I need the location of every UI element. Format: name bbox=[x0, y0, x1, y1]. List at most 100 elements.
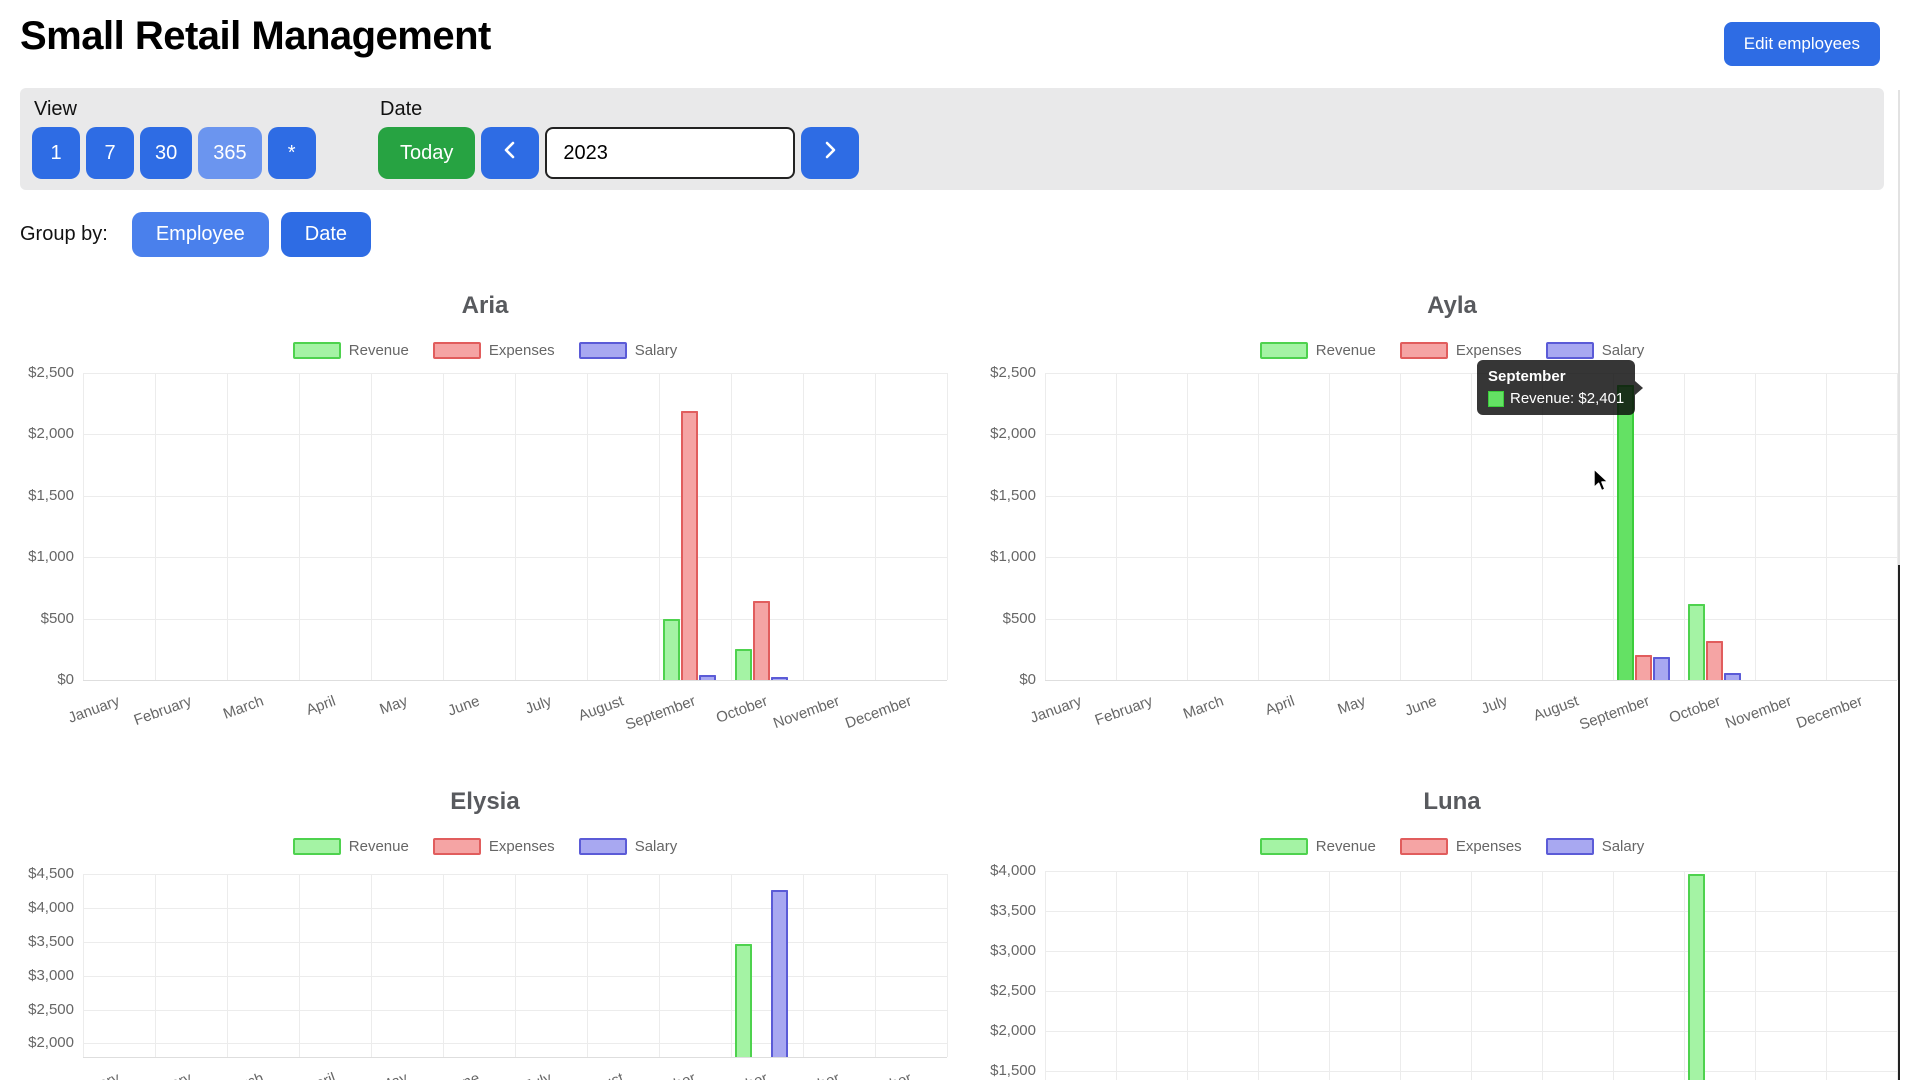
x-axis-month-label: June bbox=[446, 693, 482, 720]
gridline bbox=[587, 373, 588, 680]
expenses-bar[interactable] bbox=[753, 601, 770, 680]
salary-bar[interactable] bbox=[1653, 657, 1670, 680]
x-axis-month-label: January bbox=[1027, 693, 1083, 727]
revenue-bar[interactable] bbox=[1688, 604, 1705, 680]
gridline bbox=[227, 373, 228, 680]
gridline bbox=[83, 942, 947, 943]
y-axis-tick-label: $1,500 bbox=[987, 487, 1036, 504]
legend-item-salary[interactable]: Salary bbox=[579, 838, 678, 855]
gridline bbox=[1684, 871, 1685, 1080]
x-axis-month-label: June bbox=[446, 1070, 482, 1080]
legend-item-revenue[interactable]: Revenue bbox=[293, 342, 409, 359]
x-axis-month-label: August bbox=[576, 1070, 626, 1080]
gridline bbox=[83, 496, 947, 497]
y-axis-tick-label: $0 bbox=[20, 671, 74, 688]
group-by-employee-button[interactable]: Employee bbox=[132, 212, 269, 257]
gridline bbox=[515, 373, 516, 680]
gridline bbox=[587, 874, 588, 1057]
legend-item-expenses[interactable]: Expenses bbox=[433, 342, 555, 359]
expenses-bar[interactable] bbox=[681, 411, 698, 680]
legend-item-salary[interactable]: Salary bbox=[1546, 342, 1645, 359]
edit-employees-button[interactable]: Edit employees bbox=[1724, 22, 1880, 66]
chart-ayla: AylaRevenueExpensesSalary$2,500$2,000$1,… bbox=[987, 288, 1917, 758]
gridline bbox=[83, 1043, 947, 1044]
legend-label: Revenue bbox=[349, 342, 409, 359]
today-button[interactable]: Today bbox=[378, 127, 475, 179]
expenses-bar[interactable] bbox=[1635, 655, 1652, 680]
x-axis-month-label: December bbox=[843, 1070, 914, 1080]
gridline bbox=[803, 373, 804, 680]
salary-bar[interactable] bbox=[1724, 673, 1741, 680]
x-axis-month-label: June bbox=[1402, 693, 1438, 720]
revenue-bar[interactable] bbox=[735, 944, 752, 1057]
gridline bbox=[1045, 1031, 1897, 1032]
gridline bbox=[515, 874, 516, 1057]
revenue-bar[interactable] bbox=[1688, 874, 1705, 1080]
gridline bbox=[875, 373, 876, 680]
year-input[interactable] bbox=[545, 127, 795, 179]
legend-label: Revenue bbox=[349, 838, 409, 855]
legend-item-revenue[interactable]: Revenue bbox=[1260, 342, 1376, 359]
group-by-date-button[interactable]: Date bbox=[281, 212, 371, 257]
legend-label: Salary bbox=[1602, 342, 1645, 359]
view-1-button[interactable]: 1 bbox=[32, 127, 80, 179]
gridline bbox=[1613, 871, 1614, 1080]
scrollbar-track[interactable] bbox=[1898, 90, 1900, 565]
legend-label: Expenses bbox=[1456, 838, 1522, 855]
gridline bbox=[1187, 871, 1188, 1080]
legend-item-expenses[interactable]: Expenses bbox=[1400, 342, 1522, 359]
y-axis-tick-label: $4,000 bbox=[20, 899, 74, 916]
expenses-bar[interactable] bbox=[1706, 641, 1723, 680]
salary-bar[interactable] bbox=[771, 890, 788, 1057]
salary-bar[interactable] bbox=[771, 677, 788, 680]
x-axis-month-label: September bbox=[623, 693, 698, 734]
gridline bbox=[1684, 373, 1685, 680]
view-7-button[interactable]: 7 bbox=[86, 127, 134, 179]
y-axis-tick-label: $2,500 bbox=[987, 364, 1036, 381]
page-title: Small Retail Management bbox=[20, 14, 1900, 59]
scrollbar-thumb[interactable] bbox=[1898, 565, 1900, 1080]
gridline bbox=[1045, 951, 1897, 952]
gridline bbox=[1755, 373, 1756, 680]
legend-item-revenue[interactable]: Revenue bbox=[1260, 838, 1376, 855]
gridline bbox=[1187, 373, 1188, 680]
y-axis-tick-label: $3,500 bbox=[987, 902, 1036, 919]
salary-bar[interactable] bbox=[699, 675, 716, 680]
gridline bbox=[83, 434, 947, 435]
legend-label: Salary bbox=[635, 838, 678, 855]
prev-year-button[interactable] bbox=[481, 127, 539, 179]
legend-item-expenses[interactable]: Expenses bbox=[1400, 838, 1522, 855]
legend-item-salary[interactable]: Salary bbox=[579, 342, 678, 359]
legend-item-expenses[interactable]: Expenses bbox=[433, 838, 555, 855]
x-axis-month-label: February bbox=[1092, 693, 1154, 730]
x-axis-month-label: May bbox=[1335, 693, 1367, 719]
y-axis-tick-label: $1,500 bbox=[20, 487, 74, 504]
gridline bbox=[803, 874, 804, 1057]
x-axis-month-label: November bbox=[1723, 693, 1794, 733]
revenue-bar[interactable] bbox=[735, 649, 752, 680]
legend-item-salary[interactable]: Salary bbox=[1546, 838, 1645, 855]
tooltip-value: Revenue: $2,401 bbox=[1510, 390, 1624, 407]
y-axis-tick-label: $500 bbox=[20, 610, 74, 627]
x-axis-month-label: May bbox=[377, 693, 409, 719]
expenses-swatch-icon bbox=[433, 838, 481, 855]
expenses-swatch-icon bbox=[1400, 838, 1448, 855]
gridline bbox=[731, 874, 732, 1057]
gridline bbox=[659, 373, 660, 680]
gridline bbox=[1613, 373, 1614, 680]
gridline bbox=[155, 373, 156, 680]
gridline bbox=[947, 874, 948, 1057]
y-axis-tick-label: $500 bbox=[987, 610, 1036, 627]
y-axis-tick-label: $2,500 bbox=[20, 364, 74, 381]
view-365-button[interactable]: 365 bbox=[198, 127, 261, 179]
view-30-button[interactable]: 30 bbox=[140, 127, 192, 179]
revenue-bar[interactable] bbox=[1617, 385, 1634, 680]
revenue-bar[interactable] bbox=[663, 619, 680, 680]
view-all-button[interactable]: * bbox=[268, 127, 316, 179]
chart-title: Ayla bbox=[987, 292, 1917, 320]
legend-item-revenue[interactable]: Revenue bbox=[293, 838, 409, 855]
revenue-swatch-icon bbox=[293, 342, 341, 359]
next-year-button[interactable] bbox=[801, 127, 859, 179]
gridline bbox=[83, 619, 947, 620]
gridline bbox=[1542, 373, 1543, 680]
